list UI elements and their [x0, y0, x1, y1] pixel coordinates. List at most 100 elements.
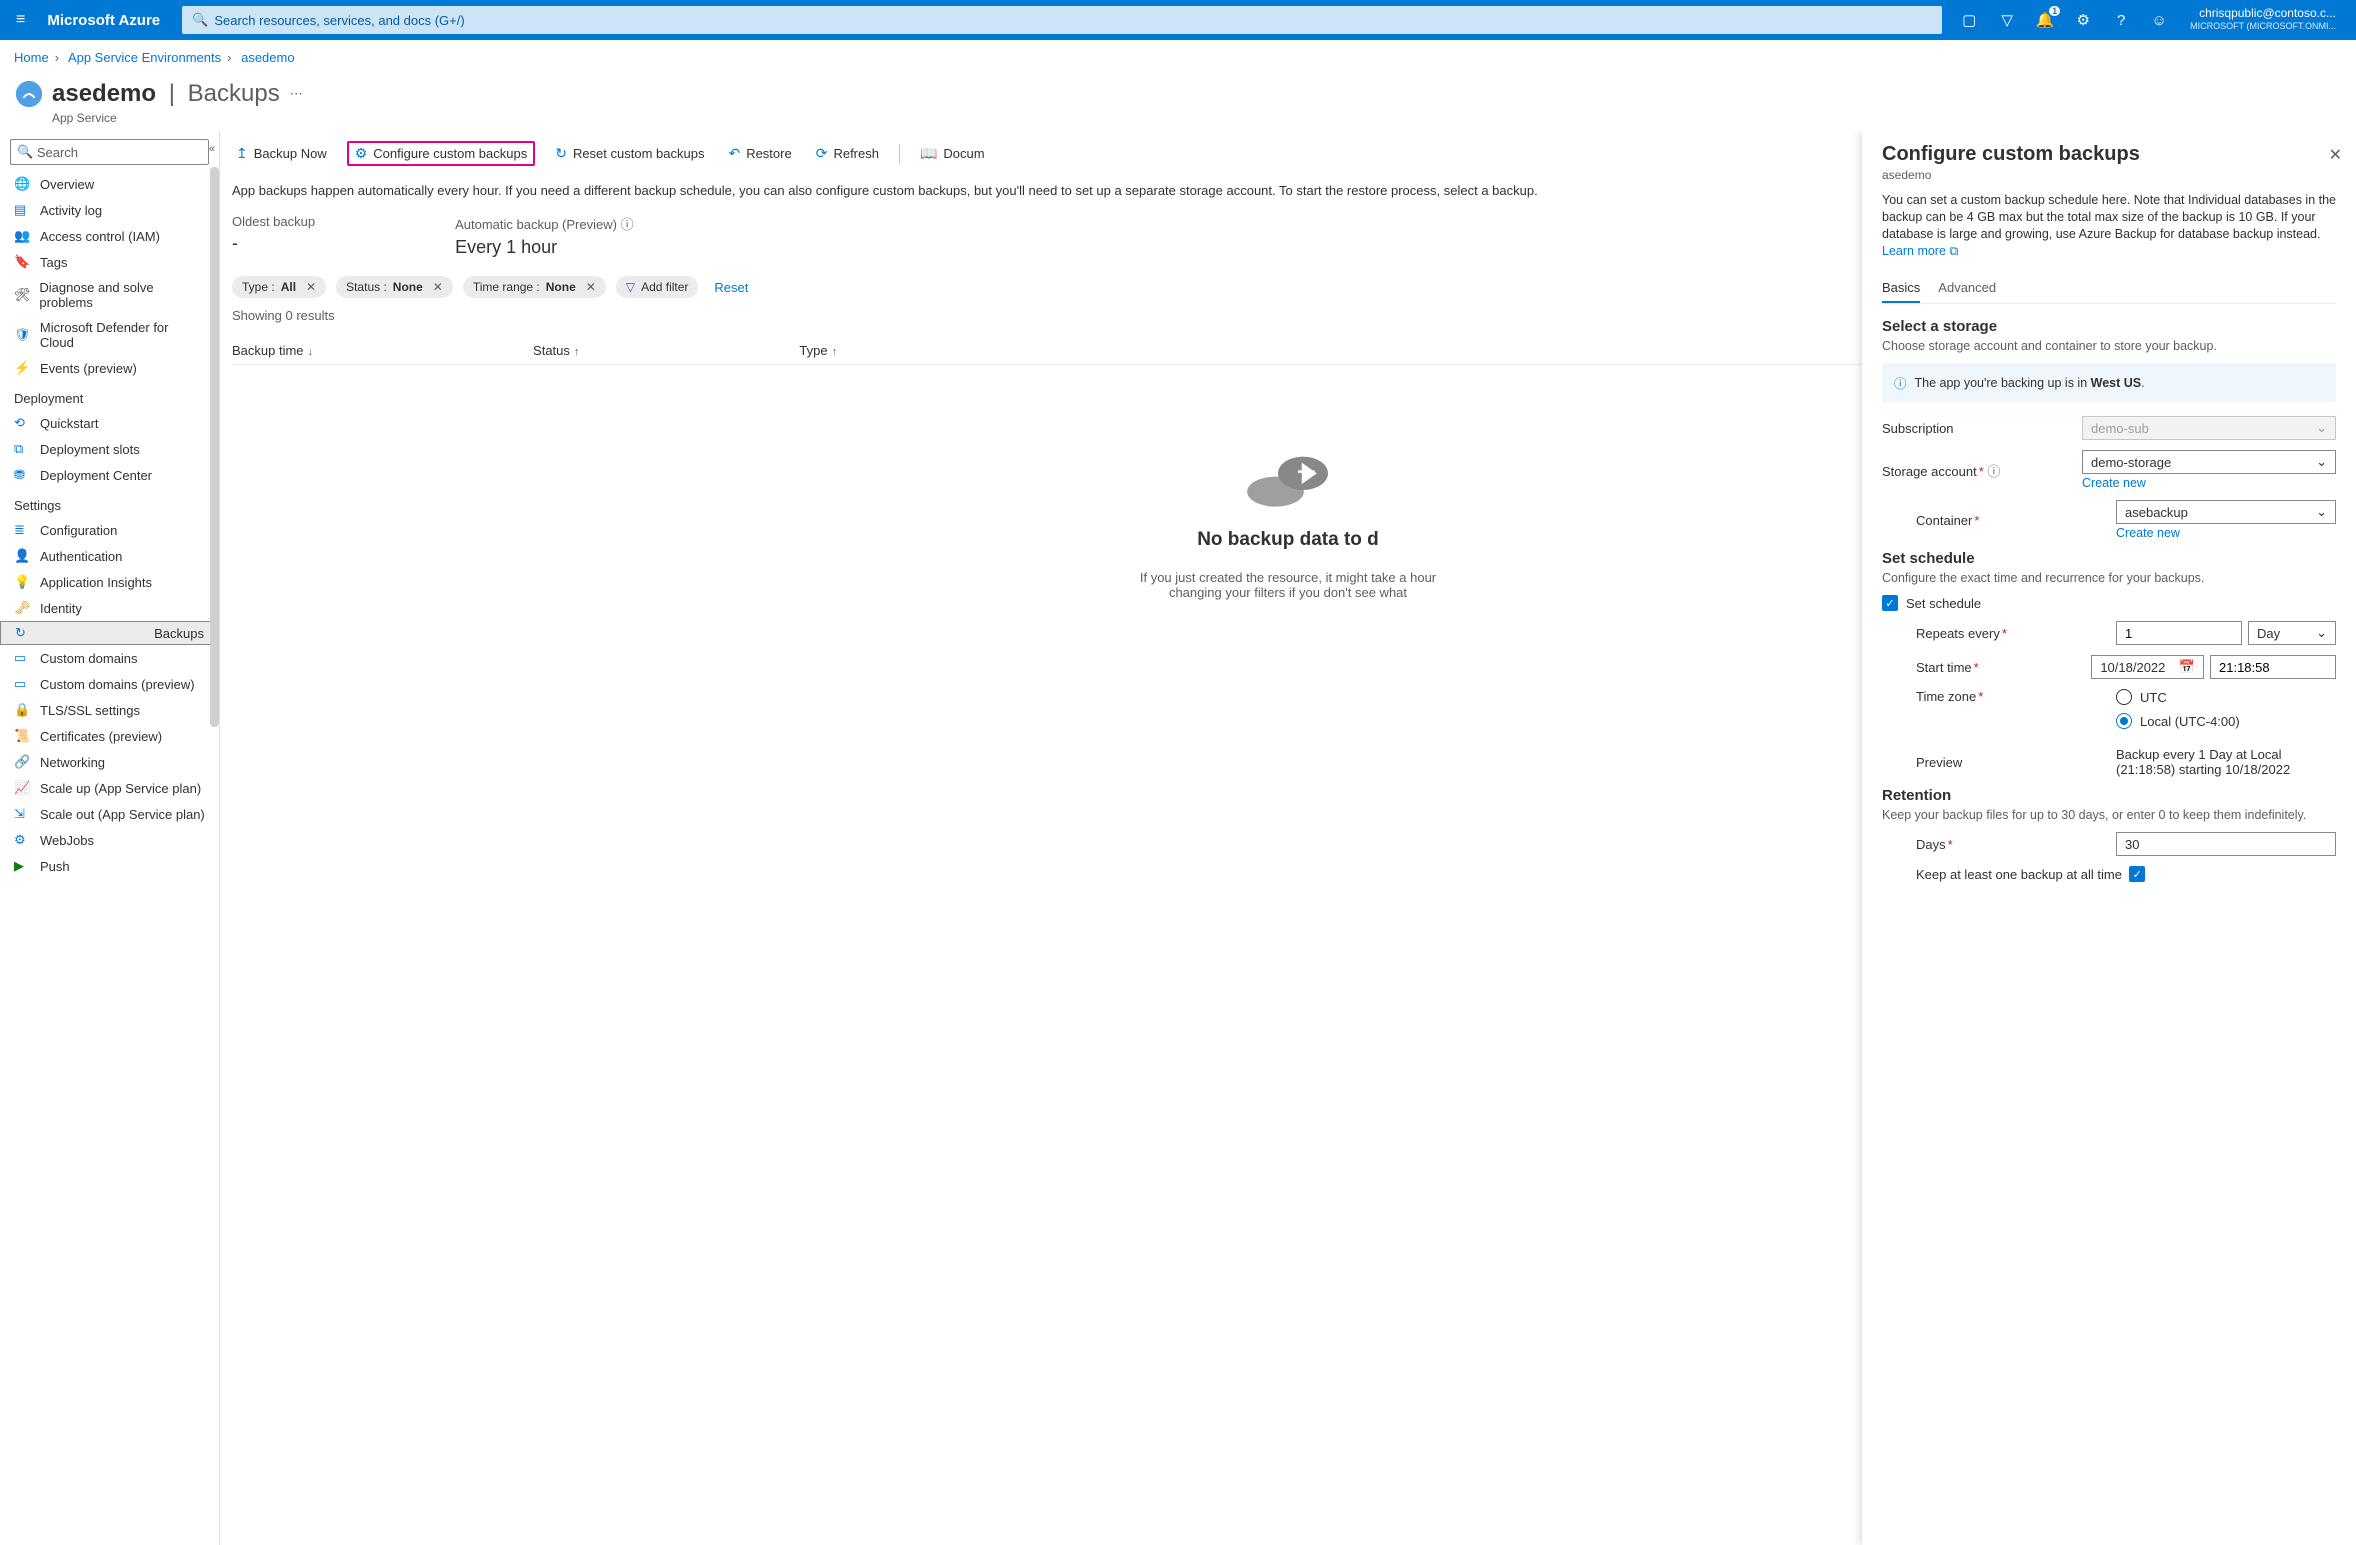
- filter-timerange[interactable]: Time range : None✕: [463, 276, 606, 298]
- col-type[interactable]: Type↑: [799, 343, 837, 358]
- restore-icon: ↶: [728, 145, 740, 162]
- retention-hint: Keep your backup files for up to 30 days…: [1882, 808, 2336, 822]
- start-label: Start time*: [1916, 660, 2091, 675]
- start-time-input[interactable]: [2210, 655, 2336, 679]
- account-block[interactable]: chrisqpublic@contoso.c... MICROSOFT (MIC…: [2178, 7, 2348, 33]
- close-icon[interactable]: ✕: [433, 280, 443, 294]
- storage-label: Storage account* ⓘ: [1882, 461, 2082, 480]
- close-icon[interactable]: ✕: [306, 280, 316, 294]
- chevron-down-icon: ⌄: [2316, 420, 2327, 436]
- cloudshell-icon[interactable]: ▢: [1950, 0, 1988, 40]
- auto-value: Every 1 hour: [455, 237, 633, 258]
- azure-topbar: ≡ Microsoft Azure 🔍 Search resources, se…: [0, 0, 2356, 40]
- empty-title: No backup data to d: [1197, 529, 1379, 551]
- global-search[interactable]: 🔍 Search resources, services, and docs (…: [182, 6, 1942, 34]
- panel-desc: You can set a custom backup schedule her…: [1882, 192, 2336, 260]
- close-icon[interactable]: ✕: [586, 280, 596, 294]
- start-date-input[interactable]: 10/18/2022📅: [2091, 655, 2204, 679]
- filter-icon[interactable]: ▽: [1988, 0, 2026, 40]
- backup-now-button[interactable]: ↥Backup Now: [232, 143, 331, 164]
- page-title: asedemo: [52, 80, 156, 108]
- subscription-label: Subscription: [1882, 421, 2082, 436]
- sidebar-item-overview[interactable]: 🌐Overview: [0, 171, 219, 197]
- reset-backups-button[interactable]: ↻Reset custom backups: [551, 143, 708, 164]
- sidebar: 🔍 Search « 🌐Overview ▤Activity log 👥Acce…: [0, 131, 220, 1545]
- restore-button[interactable]: ↶Restore: [724, 143, 795, 164]
- sidebar-item-identity[interactable]: 🗝Identity: [0, 595, 219, 621]
- repeats-unit-select[interactable]: Day⌄: [2248, 621, 2336, 645]
- sidebar-scrollbar[interactable]: [210, 167, 219, 727]
- bc-home[interactable]: Home: [14, 50, 49, 65]
- sidebar-item-push[interactable]: ▶Push: [0, 853, 219, 879]
- info-icon: ⓘ: [1894, 373, 1907, 392]
- sidebar-item-certs[interactable]: 📜Certificates (preview): [0, 723, 219, 749]
- sidebar-item-depcenter[interactable]: ⛃Deployment Center: [0, 462, 219, 488]
- create-container-link[interactable]: Create new: [2116, 526, 2336, 540]
- sidebar-item-activity[interactable]: ▤Activity log: [0, 197, 219, 223]
- configure-backups-button[interactable]: ⚙Configure custom backups: [347, 141, 535, 166]
- sidebar-item-quickstart[interactable]: ⟲Quickstart: [0, 410, 219, 436]
- help-icon[interactable]: ?: [2102, 0, 2140, 40]
- tz-utc-radio[interactable]: UTC: [2116, 689, 2336, 705]
- create-storage-link[interactable]: Create new: [2082, 476, 2336, 490]
- col-status[interactable]: Status↑: [533, 343, 579, 358]
- main-content: ↥Backup Now ⚙Configure custom backups ↻R…: [220, 131, 2356, 1545]
- col-backuptime[interactable]: Backup time↓: [232, 343, 313, 358]
- feedback-icon[interactable]: ☺: [2140, 0, 2178, 40]
- days-input[interactable]: 30: [2116, 832, 2336, 856]
- bc-res[interactable]: asedemo: [241, 50, 294, 65]
- sidebar-item-defender[interactable]: 🛡Microsoft Defender for Cloud: [0, 315, 219, 355]
- appservice-icon: [14, 79, 44, 109]
- sidebar-item-webjobs[interactable]: ⚙WebJobs: [0, 827, 219, 853]
- refresh-button[interactable]: ⟳Refresh: [812, 143, 883, 164]
- sidebar-item-auth[interactable]: 👤Authentication: [0, 543, 219, 569]
- sidebar-item-network[interactable]: 🔗Networking: [0, 749, 219, 775]
- learn-more-link[interactable]: Learn more ⧉: [1882, 244, 1958, 258]
- cloud-icon: [1238, 435, 1338, 515]
- sidebar-item-appinsights[interactable]: 💡Application Insights: [0, 569, 219, 595]
- sidebar-item-scaleup[interactable]: 📈Scale up (App Service plan): [0, 775, 219, 801]
- keep-one-checkbox[interactable]: ✓: [2129, 866, 2145, 882]
- oldest-value: -: [232, 233, 315, 254]
- sidebar-search[interactable]: 🔍 Search: [10, 139, 209, 165]
- gear-icon: ⚙: [355, 145, 368, 162]
- repeats-number[interactable]: [2116, 621, 2242, 645]
- oldest-label: Oldest backup: [232, 214, 315, 229]
- sidebar-item-customdomains2[interactable]: ▭Custom domains (preview): [0, 671, 219, 697]
- sidebar-item-tls[interactable]: 🔒TLS/SSL settings: [0, 697, 219, 723]
- info-icon[interactable]: ⓘ: [1987, 464, 2000, 479]
- storage-select[interactable]: demo-storage⌄: [2082, 450, 2336, 474]
- hamburger-icon[interactable]: ≡: [8, 11, 33, 29]
- sidebar-item-events[interactable]: ⚡Events (preview): [0, 355, 219, 381]
- sidebar-item-config[interactable]: ≣Configuration: [0, 517, 219, 543]
- sidebar-item-tags[interactable]: 🔖Tags: [0, 249, 219, 275]
- close-icon[interactable]: ✕: [2329, 145, 2342, 165]
- panel-tabs: Basics Advanced: [1882, 274, 2336, 304]
- sidebar-item-iam[interactable]: 👥Access control (IAM): [0, 223, 219, 249]
- set-schedule-checkbox[interactable]: ✓: [1882, 595, 1898, 611]
- reset-link[interactable]: Reset: [714, 280, 748, 295]
- add-filter-button[interactable]: ▽Add filter: [616, 276, 699, 298]
- sidebar-item-backups[interactable]: ↻Backups: [0, 621, 219, 645]
- bc-env[interactable]: App Service Environments: [68, 50, 221, 65]
- filter-type[interactable]: Type : All✕: [232, 276, 326, 298]
- container-select[interactable]: asebackup⌄: [2116, 500, 2336, 524]
- keep-one-label: Keep at least one backup at all time: [1916, 867, 2122, 882]
- refresh-icon: ⟳: [816, 145, 828, 162]
- sidebar-item-customdomains[interactable]: ▭Custom domains: [0, 645, 219, 671]
- tab-basics[interactable]: Basics: [1882, 274, 1920, 303]
- notifications-icon[interactable]: 🔔1: [2026, 0, 2064, 40]
- more-icon[interactable]: ⋯: [290, 86, 303, 102]
- info-icon[interactable]: ⓘ: [621, 217, 634, 232]
- sidebar-item-diagnose[interactable]: 🛠Diagnose and solve problems: [0, 275, 219, 315]
- brand[interactable]: Microsoft Azure: [33, 12, 174, 29]
- collapse-icon[interactable]: «: [209, 143, 215, 155]
- filter-status[interactable]: Status : None✕: [336, 276, 453, 298]
- settings-icon[interactable]: ⚙: [2064, 0, 2102, 40]
- docs-button[interactable]: 📖Docum: [916, 143, 989, 164]
- tab-advanced[interactable]: Advanced: [1938, 274, 1996, 303]
- tz-local-radio[interactable]: Local (UTC-4:00): [2116, 713, 2336, 729]
- sidebar-item-scaleout[interactable]: ⇲Scale out (App Service plan): [0, 801, 219, 827]
- sidebar-item-slots[interactable]: ⧉Deployment slots: [0, 436, 219, 462]
- subscription-select: demo-sub⌄: [2082, 416, 2336, 440]
